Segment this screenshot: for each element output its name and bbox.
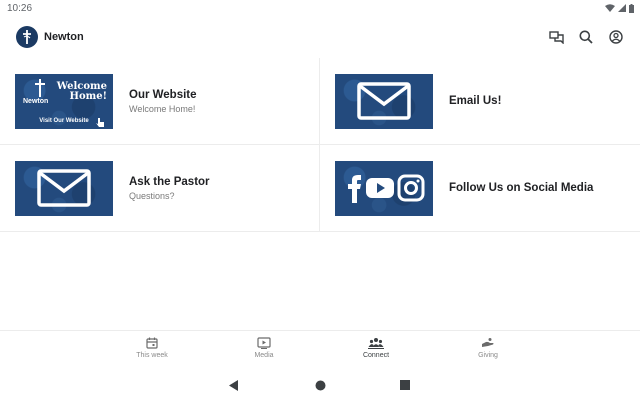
connect-grid: Newton Welcome Home! Visit Our Website O… xyxy=(0,58,640,232)
card-title: Follow Us on Social Media xyxy=(449,182,594,194)
card-text: Follow Us on Social Media xyxy=(449,182,593,194)
app-screen: 10:26 Newton Newton Welcome Home! Visit … xyxy=(0,0,640,400)
card-email-us[interactable]: Email Us! xyxy=(320,58,640,145)
recents-icon[interactable] xyxy=(398,378,412,392)
account-icon[interactable] xyxy=(608,29,624,45)
card-text: Email Us! xyxy=(449,95,501,107)
card-title: Ask the Pastor xyxy=(129,175,210,188)
nav-label: Giving xyxy=(478,352,498,359)
website-thumbnail: Newton Welcome Home! Visit Our Website xyxy=(15,73,113,129)
nav-label: Connect xyxy=(362,352,390,359)
battery-icon xyxy=(629,3,634,13)
calendar-icon xyxy=(146,337,158,349)
appbar-actions xyxy=(548,29,624,45)
home-icon[interactable] xyxy=(313,378,327,392)
card-title: Email Us! xyxy=(449,95,502,107)
card-subtitle: Questions? xyxy=(129,190,175,201)
social-icons xyxy=(348,174,425,203)
system-navigation-bar xyxy=(0,372,640,400)
card-social-media[interactable]: Follow Us on Social Media xyxy=(320,145,640,232)
nav-connect[interactable]: Connect xyxy=(346,337,406,359)
thumb-brand-text: Newton xyxy=(23,97,49,105)
card-text: Our Website Welcome Home! xyxy=(129,89,197,114)
wifi-icon xyxy=(605,4,615,12)
facebook-icon xyxy=(348,175,361,203)
email-thumbnail xyxy=(335,73,433,129)
instagram-icon xyxy=(397,174,425,202)
back-icon[interactable] xyxy=(227,378,241,392)
card-title: Our Website xyxy=(129,88,197,101)
social-thumbnail xyxy=(335,160,433,216)
card-text: Ask the Pastor Questions? xyxy=(129,176,210,201)
thumb-welcome-text: Welcome Home! xyxy=(56,80,107,102)
card-subtitle: Welcome Home! xyxy=(129,103,196,114)
nav-media[interactable]: Media xyxy=(234,337,294,359)
play-icon xyxy=(257,337,271,349)
pastor-thumbnail xyxy=(15,160,113,216)
app-bar: Newton xyxy=(0,16,640,58)
church-logo-icon[interactable] xyxy=(16,26,38,48)
group-icon xyxy=(368,338,384,349)
search-icon[interactable] xyxy=(578,29,594,45)
status-icons xyxy=(605,3,634,13)
bottom-navigation: This week Media Connect Giving xyxy=(0,330,640,370)
card-our-website[interactable]: Newton Welcome Home! Visit Our Website O… xyxy=(0,58,320,145)
envelope-icon xyxy=(357,82,411,120)
chat-icon[interactable] xyxy=(548,29,564,45)
card-ask-the-pastor[interactable]: Ask the Pastor Questions? xyxy=(0,145,320,232)
signal-icon xyxy=(618,4,626,12)
pointer-hand-icon xyxy=(96,117,104,127)
nav-this-week[interactable]: This week xyxy=(122,337,182,359)
status-time: 10:26 xyxy=(7,2,33,14)
envelope-icon xyxy=(37,169,91,207)
nav-label: This week xyxy=(136,352,168,359)
cross-logo-icon xyxy=(35,78,45,97)
giving-hand-icon xyxy=(482,338,494,347)
app-title: Newton xyxy=(44,31,84,43)
nav-giving[interactable]: Giving xyxy=(458,337,518,359)
status-bar: 10:26 xyxy=(0,0,640,16)
nav-label: Media xyxy=(254,352,274,359)
